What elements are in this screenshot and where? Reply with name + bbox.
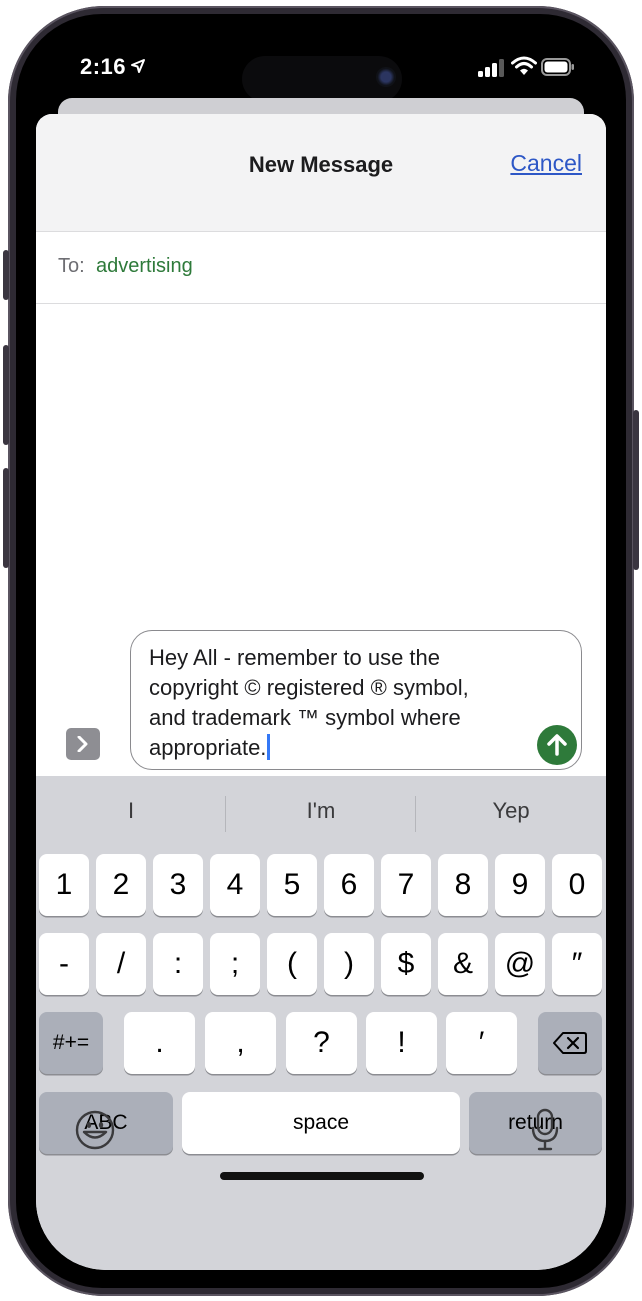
key-at[interactable]: @ [495, 933, 545, 995]
emoji-icon[interactable] [74, 1109, 116, 1151]
key-close-paren[interactable]: ) [324, 933, 374, 995]
key-hyphen[interactable]: - [39, 933, 89, 995]
space-key[interactable]: space [182, 1092, 460, 1154]
key-dollar[interactable]: $ [381, 933, 431, 995]
chevron-right-icon [77, 736, 88, 752]
key-slash[interactable]: / [96, 933, 146, 995]
prediction-2[interactable]: I'm [226, 798, 416, 824]
predictive-bar: I I'm Yep [36, 776, 606, 852]
key-1[interactable]: 1 [39, 854, 89, 916]
power-button [633, 410, 639, 570]
send-arrow-icon [547, 734, 567, 756]
key-colon[interactable]: : [153, 933, 203, 995]
screen: 2:16 New Message Cancel To: advertising [36, 34, 606, 1270]
battery-icon [541, 58, 574, 76]
message-text[interactable]: Hey All - remember to use the copyright … [149, 643, 529, 763]
key-6[interactable]: 6 [324, 854, 374, 916]
location-arrow-icon [131, 59, 145, 73]
send-button[interactable] [537, 725, 577, 765]
home-indicator[interactable] [220, 1172, 424, 1180]
to-label: To: [58, 255, 85, 277]
key-3[interactable]: 3 [153, 854, 203, 916]
key-9[interactable]: 9 [495, 854, 545, 916]
key-double-quote[interactable]: ″ [552, 933, 602, 995]
volume-down-button [3, 468, 9, 568]
key-5[interactable]: 5 [267, 854, 317, 916]
message-line: copyright © registered ® symbol, [149, 675, 469, 700]
microphone-icon[interactable] [530, 1108, 560, 1152]
action-button [3, 250, 9, 300]
message-line: and trademark ™ symbol where [149, 705, 461, 730]
volume-up-button [3, 345, 9, 445]
key-4[interactable]: 4 [210, 854, 260, 916]
message-line: appropriate. [149, 735, 267, 760]
to-field[interactable]: To: advertising [36, 232, 606, 304]
key-apostrophe[interactable]: ′ [446, 1012, 517, 1074]
message-input[interactable]: Hey All - remember to use the copyright … [130, 630, 582, 770]
key-ampersand[interactable]: & [438, 933, 488, 995]
prediction-3[interactable]: Yep [416, 798, 606, 824]
status-time: 2:16 [80, 54, 127, 79]
delete-key[interactable] [538, 1012, 602, 1074]
key-symbols[interactable]: #+= [39, 1012, 103, 1074]
key-exclamation[interactable]: ! [366, 1012, 437, 1074]
signal-icon [478, 59, 504, 77]
key-semicolon[interactable]: ; [210, 933, 260, 995]
key-7[interactable]: 7 [381, 854, 431, 916]
recipient-token[interactable]: advertising [96, 255, 193, 278]
key-open-paren[interactable]: ( [267, 933, 317, 995]
prediction-1[interactable]: I [36, 798, 226, 824]
wifi-icon [511, 56, 537, 75]
key-comma[interactable]: , [205, 1012, 276, 1074]
key-period[interactable]: . [124, 1012, 195, 1074]
camera-icon [376, 67, 396, 87]
apps-expand-button[interactable] [66, 728, 100, 760]
message-line: Hey All - remember to use the [149, 645, 441, 670]
key-0[interactable]: 0 [552, 854, 602, 916]
key-8[interactable]: 8 [438, 854, 488, 916]
key-question[interactable]: ? [286, 1012, 357, 1074]
text-caret [267, 734, 271, 760]
keyboard: I I'm Yep 1 2 3 4 5 6 7 8 9 0 - / : ; ( … [36, 776, 606, 1270]
sheet-header: New Message Cancel [36, 114, 606, 232]
key-2[interactable]: 2 [96, 854, 146, 916]
new-message-sheet: New Message Cancel To: advertising Hey A… [36, 114, 606, 1270]
delete-icon [553, 1032, 587, 1054]
message-line-last: appropriate. [149, 733, 529, 763]
cancel-button[interactable]: Cancel [510, 150, 582, 177]
